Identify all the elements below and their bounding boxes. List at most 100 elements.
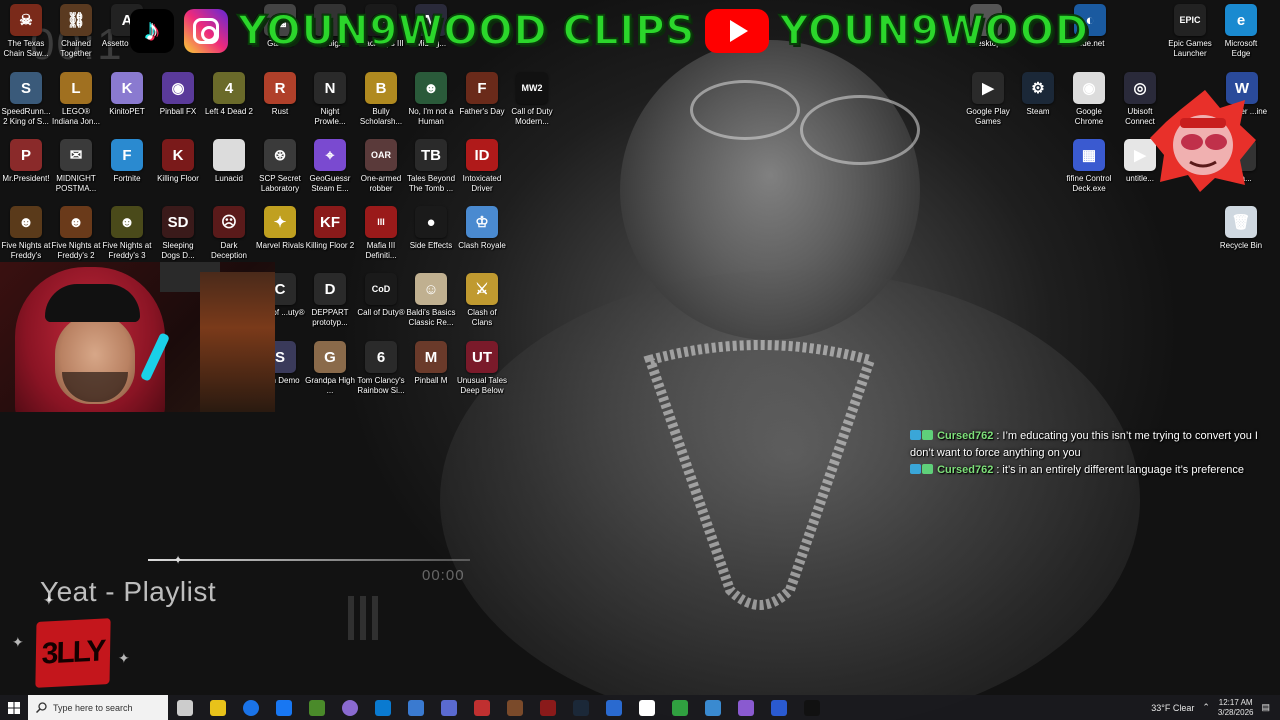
desktop-icon[interactable]: ✦ Marvel Rivals	[254, 206, 306, 261]
app-icon[interactable]	[762, 695, 795, 720]
banner-right-text: YOUN9WOOD	[778, 7, 1090, 55]
box-icon[interactable]	[465, 695, 498, 720]
desktop-icon[interactable]: D DEPPART prototyp...	[304, 273, 356, 328]
desktop-icon-label: fifine Control Deck.exe	[1066, 174, 1112, 193]
store-icon[interactable]	[366, 695, 399, 720]
desktop-icon[interactable]: e Microsoft Edge	[1215, 4, 1267, 59]
desktop-icon[interactable]: ◉ Google Chrome	[1063, 72, 1115, 127]
desktop-icon[interactable]: ♔ Clash Royale	[456, 206, 508, 261]
desktop-icon[interactable]: ⚙ Steam	[1012, 72, 1064, 127]
desktop-icon[interactable]: ☻ No, I'm not a Human	[405, 72, 457, 127]
desktop-icon[interactable]: ▦ fifine Control Deck.exe	[1063, 139, 1115, 194]
desktop-icon[interactable]: KF Killing Floor 2	[304, 206, 356, 261]
desktop-icon[interactable]: K Killing Floor	[152, 139, 204, 194]
desktop-icon[interactable]: EPIC Epic Games Launcher	[1164, 4, 1216, 59]
edge-icon[interactable]	[333, 695, 366, 720]
app-icon: ●	[415, 206, 447, 238]
start-button[interactable]	[0, 695, 28, 720]
desktop-icon[interactable]: ▶ Google Play Games	[962, 72, 1014, 127]
notepad-icon[interactable]	[597, 695, 630, 720]
xbox-icon[interactable]	[696, 695, 729, 720]
desktop-icon[interactable]: G Grandpa High ...	[304, 341, 356, 396]
notification-icon[interactable]: ▤	[1261, 702, 1270, 713]
desktop-icon[interactable]: L LEGO® Indiana Jon...	[50, 72, 102, 127]
seek-bar[interactable]	[148, 559, 470, 561]
desktop-icon[interactable]: ☠ The Texas Chain Saw...	[0, 4, 52, 59]
desktop-icon-label: Steam	[1026, 107, 1050, 116]
desktop-icon[interactable]: CoD Call of Duty®	[355, 273, 407, 328]
messenger-icon[interactable]	[729, 695, 762, 720]
desktop-icon-label: Google Play Games	[966, 107, 1010, 126]
mw2-icon[interactable]	[795, 695, 828, 720]
desktop-icon[interactable]: Lunacid	[203, 139, 255, 194]
chevron-up-icon[interactable]: ⌃	[1202, 702, 1210, 713]
desktop-icon-label: Dark Deception	[210, 241, 248, 260]
desktop-icon[interactable]: III Mafia III Definiti...	[355, 206, 407, 261]
search-placeholder: Type here to search	[53, 702, 133, 713]
steam-icon[interactable]	[531, 695, 564, 720]
desktop-icon[interactable]: ☻ Five Nights at Freddy's	[0, 206, 52, 261]
desktop-icon[interactable]: ● Side Effects	[405, 206, 457, 261]
outlook-icon[interactable]	[564, 695, 597, 720]
desktop-icon[interactable]: OAR One-armed robber	[355, 139, 407, 194]
desktop-icon[interactable]: ⚔ Clash of Clans	[456, 273, 508, 328]
desktop-icon[interactable]: ☻ Five Nights at Freddy's 3	[101, 206, 153, 261]
desktop-icon[interactable]: R Rust	[254, 72, 306, 127]
desktop-icon[interactable]: ⛓ Chained Together	[50, 4, 102, 59]
desktop-icon-label: Sleeping Dogs D...	[161, 241, 195, 260]
desktop-icon[interactable]: F Father's Day	[456, 72, 508, 127]
desktop-icon[interactable]: ☺ Baldi's Basics Classic Re...	[405, 273, 457, 328]
desktop-icon[interactable]: ☹ Dark Deception	[203, 206, 255, 261]
desktop-icon[interactable]: ⊛ SCP Secret Laboratory	[254, 139, 306, 194]
chat-message: Cursed762: I’m educating you this isn’t m…	[910, 430, 1258, 459]
app-icon: ☠	[10, 4, 42, 36]
facebook-icon[interactable]	[234, 695, 267, 720]
social-banner: ♪ YOUN9WOOD CLIPS YOUN9WOOD	[130, 2, 1089, 60]
app-icon: K	[162, 139, 194, 171]
desktop-icon[interactable]: P Mr.President!	[0, 139, 52, 194]
taskbar-search[interactable]: Type here to search	[28, 695, 168, 720]
app-icon: F	[466, 72, 498, 104]
desktop-icon[interactable]: UT Unusual Tales Deep Below	[456, 341, 508, 396]
desktop-icon[interactable]: N Night Prowle...	[304, 72, 356, 127]
desktop-icon[interactable]: M Pinball M	[405, 341, 457, 396]
mail-icon[interactable]	[399, 695, 432, 720]
desktop-icon[interactable]: ☻ Five Nights at Freddy's 2	[50, 206, 102, 261]
weather-widget[interactable]: 33°F Clear	[1151, 703, 1194, 713]
desktop-icon[interactable]: K KinitoPET	[101, 72, 153, 127]
app-icon[interactable]	[432, 695, 465, 720]
minecraft-icon[interactable]	[267, 695, 300, 720]
desktop-icon[interactable]: 6 Tom Clancy's Rainbow Si...	[355, 341, 407, 396]
taskbar-clock[interactable]: 12:17 AM 3/28/2026	[1218, 698, 1254, 718]
desktop-icon[interactable]: MW2 Call of Duty Modern...	[506, 72, 558, 127]
desktop-icon[interactable]: 4 Left 4 Dead 2	[203, 72, 255, 127]
app-icon[interactable]	[498, 695, 531, 720]
desktop-icon-label: Bully Scholarsh...	[359, 107, 403, 126]
desktop-icon[interactable]: ⌖ GeoGuessr Steam E...	[304, 139, 356, 194]
copilot-icon[interactable]	[300, 695, 333, 720]
seek-handle[interactable]: ✦	[172, 554, 184, 566]
app-icon[interactable]	[663, 695, 696, 720]
app-icon: ⛓	[60, 4, 92, 36]
desktop-icon[interactable]: F Fortnite	[101, 139, 153, 194]
desktop-icon[interactable]: TB Tales Beyond The Tomb ...	[405, 139, 457, 194]
desktop-icon[interactable]: B Bully Scholarsh...	[355, 72, 407, 127]
desktop-icon[interactable]: ◉ Pinball FX	[152, 72, 204, 127]
desktop-icon-label: SpeedRunn... 2 King of S...	[1, 107, 51, 126]
desktop-icon-label: Unusual Tales Deep Below	[456, 376, 508, 395]
wallpaper-glasses-right	[800, 95, 920, 165]
chrome-icon[interactable]	[201, 695, 234, 720]
app-icon: ▶	[972, 72, 1004, 104]
desktop-icon[interactable]: SD Sleeping Dogs D...	[152, 206, 204, 261]
desktop-icon[interactable]: 🗑 Recycle Bin	[1215, 206, 1267, 261]
desktop-icon[interactable]: ID Intoxicated Driver	[456, 139, 508, 194]
desktop-icon[interactable]: S SpeedRunn... 2 King of S...	[0, 72, 52, 127]
app-icon: ☺	[415, 273, 447, 305]
desktop-icon-label: LEGO® Indiana Jon...	[51, 107, 101, 126]
app-icon[interactable]	[630, 695, 663, 720]
chat-username: Cursed762	[937, 464, 994, 476]
desktop-icon[interactable]: ✉ MIDNIGHT POSTMA...	[50, 139, 102, 194]
files-icon[interactable]	[168, 695, 201, 720]
desktop-icon-label: Night Prowle...	[314, 107, 346, 126]
desktop-icon-label: Father's Day	[459, 107, 505, 116]
